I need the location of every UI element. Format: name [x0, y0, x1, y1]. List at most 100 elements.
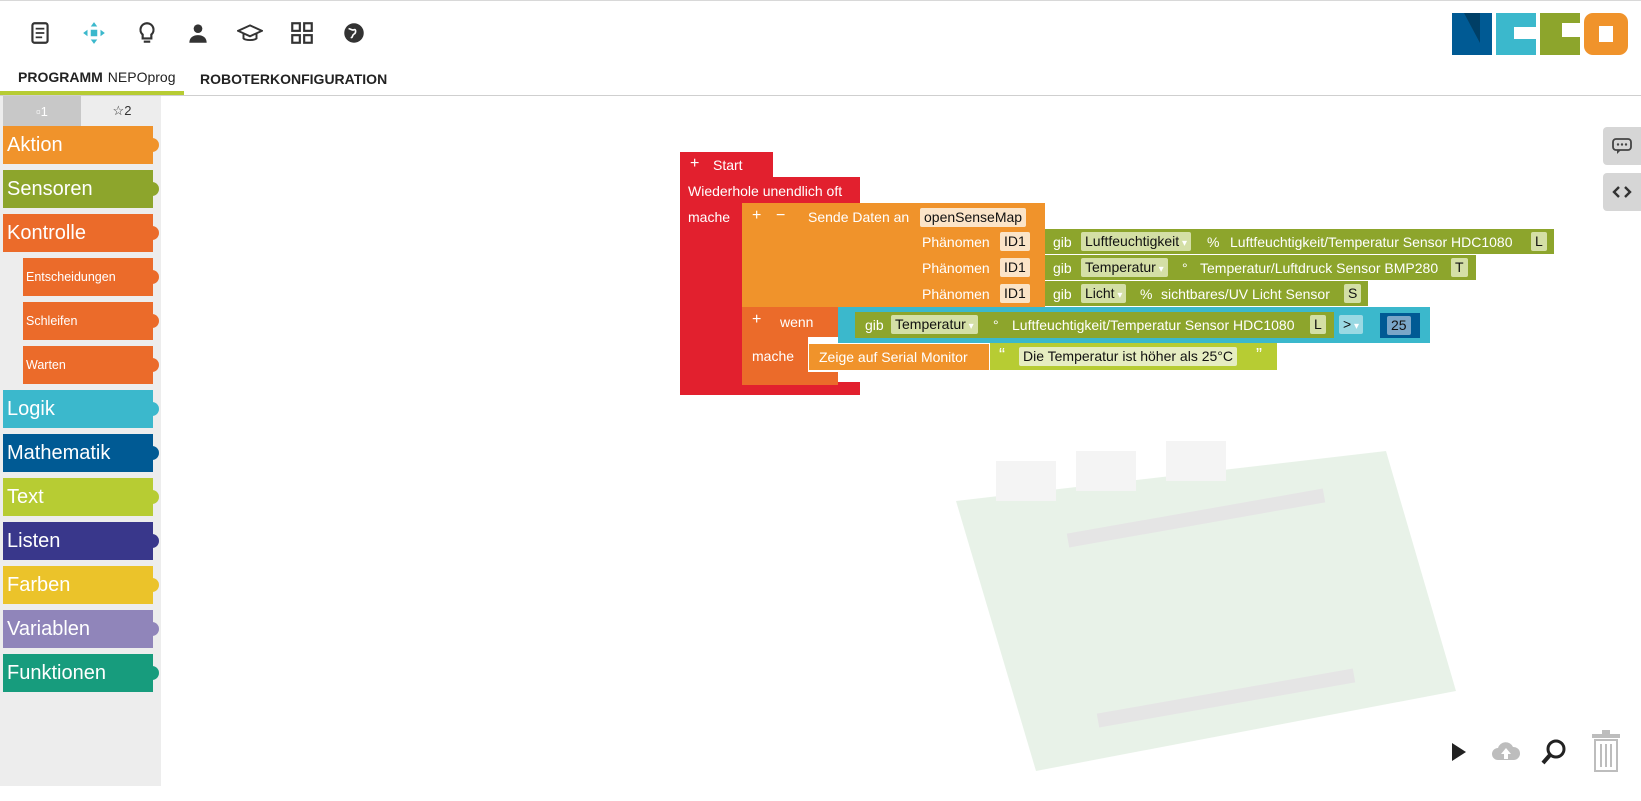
send-data-block[interactable]: + − Sende Daten an openSenseMap Phänomen…: [742, 203, 1045, 307]
toolbox-level-tabs: ▫1 ☆2: [3, 96, 161, 126]
serial-monitor-label: Zeige auf Serial Monitor: [819, 349, 968, 365]
get-label: gib: [1053, 286, 1072, 302]
chat-icon: [1612, 138, 1632, 154]
if-block[interactable]: + wenn: [742, 307, 838, 337]
category-sensoren[interactable]: Sensoren: [3, 170, 159, 208]
sensor-name: Luftfeuchtigkeit/Temperatur Sensor HDC10…: [1012, 317, 1295, 333]
trash-button[interactable]: [1586, 728, 1626, 774]
user-icon[interactable]: [180, 15, 216, 51]
robot-connect-icon[interactable]: [76, 15, 112, 51]
condition-sensor-block[interactable]: gib Temperatur ° Luftfeuchtigkeit/Temper…: [855, 312, 1334, 338]
toolbox-level-2-tab[interactable]: ☆2: [83, 96, 161, 126]
lightbulb-icon[interactable]: [129, 15, 165, 51]
loop-block[interactable]: Wiederhole unendlich oft: [680, 177, 860, 205]
number-field[interactable]: 25: [1387, 316, 1411, 335]
graduation-cap-icon[interactable]: [232, 15, 268, 51]
unit-label: °: [993, 317, 999, 333]
phenomenon-label-1: Phänomen: [922, 234, 990, 250]
loop-label: Wiederhole unendlich oft: [688, 183, 843, 199]
blockly-workspace[interactable]: [161, 96, 1641, 786]
loop-body-bar: mache: [680, 205, 742, 395]
if-label: wenn: [780, 314, 814, 330]
nepo-logo: [1452, 13, 1628, 55]
port-field[interactable]: T: [1451, 258, 1468, 277]
sensor-name: Temperatur/Luftdruck Sensor BMP280: [1200, 260, 1439, 276]
category-entscheidungen[interactable]: Entscheidungen: [23, 258, 159, 296]
apps-grid-icon[interactable]: [284, 15, 320, 51]
trash-icon: [1592, 730, 1620, 772]
category-kontrolle[interactable]: Kontrolle: [3, 214, 159, 252]
search-zoom-icon: [1541, 739, 1566, 765]
toolbox-level-1-tab[interactable]: ▫1: [3, 96, 81, 126]
port-field[interactable]: S: [1344, 284, 1362, 303]
tab-robot-configuration[interactable]: ROBOTERKONFIGURATION: [182, 63, 405, 95]
phenomenon-id-2[interactable]: ID1: [1000, 258, 1030, 277]
start-block[interactable]: + Start: [680, 152, 773, 177]
unit-label: %: [1207, 234, 1220, 250]
measure-dropdown[interactable]: Temperatur: [1081, 258, 1168, 277]
text-block[interactable]: “ Die Temperatur ist höher als 25°C ”: [990, 343, 1277, 370]
category-farben[interactable]: Farben: [3, 566, 159, 604]
start-label: Start: [713, 157, 743, 173]
send-target-field[interactable]: openSenseMap: [920, 208, 1027, 227]
get-label: gib: [865, 317, 884, 333]
code-view-toggle-button[interactable]: [1603, 173, 1641, 211]
category-text[interactable]: Text: [3, 478, 159, 516]
phenomenon-label-2: Phänomen: [922, 260, 990, 276]
upload-button[interactable]: [1488, 734, 1524, 770]
category-listen[interactable]: Listen: [3, 522, 159, 560]
start-plus-icon[interactable]: +: [690, 155, 699, 173]
quote-close-icon: ”: [1256, 345, 1262, 365]
zoom-reset-button[interactable]: [1536, 734, 1572, 770]
text-field[interactable]: Die Temperatur ist höher als 25°C: [1019, 347, 1237, 366]
category-logik[interactable]: Logik: [3, 390, 159, 428]
loop-do-label: mache: [688, 209, 731, 225]
number-block[interactable]: 25: [1380, 313, 1420, 338]
tab-robot-configuration-label: ROBOTERKONFIGURATION: [200, 71, 388, 87]
comment-toggle-button[interactable]: [1603, 127, 1641, 165]
program-name: NEPOprog: [107, 69, 176, 85]
unit-label: °: [1182, 260, 1188, 276]
category-variablen[interactable]: Variablen: [3, 610, 159, 648]
serial-monitor-block[interactable]: Zeige auf Serial Monitor: [808, 343, 990, 371]
category-mathematik[interactable]: Mathematik: [3, 434, 159, 472]
measure-dropdown[interactable]: Temperatur: [891, 315, 978, 334]
phenomenon-id-1[interactable]: ID1: [1000, 232, 1030, 251]
port-field[interactable]: L: [1531, 232, 1547, 251]
board-background-image: [956, 441, 1456, 771]
play-icon: [1452, 743, 1466, 761]
send-plus-icon[interactable]: +: [752, 207, 761, 225]
sensor-block-humidity[interactable]: gib Luftfeuchtigkeit % Luftfeuchtigkeit/…: [1045, 229, 1554, 254]
sensor-name: sichtbares/UV Licht Sensor: [1161, 286, 1330, 302]
document-icon[interactable]: [22, 15, 58, 51]
code-arrows-icon: [1612, 186, 1632, 198]
run-program-button[interactable]: [1440, 734, 1476, 770]
send-minus-icon[interactable]: −: [776, 207, 785, 225]
unit-label: %: [1140, 286, 1153, 302]
tab-program-label: PROGRAMM: [18, 69, 103, 85]
sensor-block-temperature[interactable]: gib Temperatur ° Temperatur/Luftdruck Se…: [1045, 255, 1476, 280]
phenomenon-id-3[interactable]: ID1: [1000, 284, 1030, 303]
get-label: gib: [1053, 234, 1072, 250]
if-bottom-bar: [742, 372, 838, 385]
category-aktion[interactable]: Aktion: [3, 126, 159, 164]
quote-open-icon: “: [999, 345, 1005, 365]
toolbox-sidebar: ▫1 ☆2 Aktion Sensoren Kontrolle Entschei…: [0, 96, 161, 786]
if-do-label: mache: [752, 348, 795, 364]
get-label: gib: [1053, 260, 1072, 276]
tab-program[interactable]: PROGRAMM NEPOprog: [0, 63, 184, 95]
globe-icon[interactable]: [336, 15, 372, 51]
phenomenon-label-3: Phänomen: [922, 286, 990, 302]
category-warten[interactable]: Warten: [23, 346, 159, 384]
category-funktionen[interactable]: Funktionen: [3, 654, 159, 692]
category-schleifen[interactable]: Schleifen: [23, 302, 159, 340]
sensor-block-light[interactable]: gib Licht % sichtbares/UV Licht Sensor S: [1045, 281, 1368, 306]
operator-dropdown[interactable]: >: [1339, 315, 1363, 334]
cloud-upload-icon: [1492, 742, 1521, 760]
if-plus-icon[interactable]: +: [752, 311, 761, 329]
measure-dropdown[interactable]: Licht: [1081, 284, 1127, 303]
sensor-name: Luftfeuchtigkeit/Temperatur Sensor HDC10…: [1230, 234, 1513, 250]
measure-dropdown[interactable]: Luftfeuchtigkeit: [1081, 232, 1191, 251]
port-field[interactable]: L: [1310, 315, 1326, 334]
send-data-label: Sende Daten an: [808, 209, 910, 225]
